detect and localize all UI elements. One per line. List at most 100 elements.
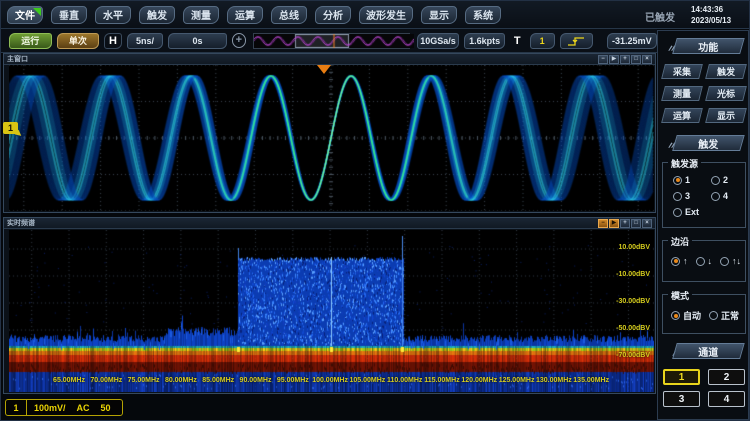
function-math-button[interactable]: 运算 [661,108,703,123]
menu-bar: 文件垂直水平触发测量运算总线分析波形发生显示系统 [1,1,750,29]
edge-rising-radio[interactable]: ↑ [671,256,688,266]
mode-normal-radio[interactable]: 正常 [709,309,739,322]
function-cursor-button[interactable]: 光标 [705,86,747,101]
timebase-button[interactable]: 5ns/ [127,33,164,49]
trigger-t-label: T [510,33,525,49]
channel-number: 1 [6,403,26,413]
play-button[interactable]: ▶ [609,55,619,64]
function-acquire-button[interactable]: 采集 [661,64,703,79]
radio-label: ↑↓ [732,256,741,266]
menu-item-display[interactable]: 显示 [421,6,457,24]
menu-item-horizontal[interactable]: 水平 [95,6,131,24]
trigger-source-ch4-radio[interactable]: 4 [711,191,745,201]
close-button[interactable]: × [642,55,652,64]
channel-scale: 100mV/ [34,403,66,413]
preview-canvas[interactable] [254,34,414,48]
zoom-icon[interactable]: + [232,33,247,48]
trigger-source-ch3-radio[interactable]: 3 [673,191,711,201]
sample-rate-button[interactable]: 10GSa/s [417,33,460,49]
trigger-edge-button[interactable] [560,33,593,49]
radio-label: 2 [723,175,728,185]
radio-dot-icon [673,208,682,217]
radio-dot-icon [671,311,680,320]
zoom-in-button[interactable]: + [620,219,630,228]
waveform-preview-strip[interactable] [253,33,410,49]
radio-dot-icon [711,192,720,201]
offset-button[interactable]: 0s [168,33,226,49]
menu-item-analyze[interactable]: 分析 [315,6,351,24]
clock: 14:43:36 2023/05/13 [691,4,731,26]
channel-ch1-button[interactable]: 1 [663,369,700,385]
trigger-source-group: 触发源 1234Ext [662,162,746,228]
mode-options: 自动 正常 [671,309,739,322]
radio-label: 正常 [721,309,739,322]
close-button[interactable]: × [642,219,652,228]
main-window-titlebar: 主窗口 −▶+□× [4,54,655,65]
spectrum-window-title: 实时频谱 [7,218,35,228]
trigger-source-ch2-radio[interactable]: 2 [711,175,745,185]
menu-item-vertical[interactable]: 垂直 [51,6,87,24]
trigger-source-label: 触发源 [668,157,701,170]
mem-depth-button[interactable]: 1.6kpts [464,33,505,49]
function-button-label: 运算 [673,109,691,122]
horizontal-label: H [104,33,121,49]
channel1-badge[interactable]: 1 100mV/ AC 50 [5,399,123,416]
single-button[interactable]: 单次 [57,33,100,49]
menu-item-file[interactable]: 文件 [7,6,43,24]
radio-dot-icon [673,176,682,185]
trigger-source-ch1-radio[interactable]: 1 [673,175,711,185]
radio-dot-icon [673,192,682,201]
radio-dot-icon [720,257,729,266]
zoom-out-button[interactable]: − [598,219,608,228]
run-button[interactable]: 运行 [9,33,52,49]
trigger-position-marker[interactable] [317,65,331,74]
trigger-section-header[interactable]: 触发 [672,135,745,151]
menu-item-wavegen[interactable]: 波形发生 [359,6,413,24]
clock-time: 14:43:36 [691,4,731,15]
edge-label: 边沿 [668,235,692,248]
waveform-display[interactable] [9,65,654,211]
channel-impedance: 50 [101,403,111,413]
zoom-out-button[interactable]: − [598,55,608,64]
edge-falling-radio[interactable]: ↓ [696,256,713,266]
maximize-button[interactable]: □ [631,55,641,64]
mode-auto-radio[interactable]: 自动 [671,309,701,322]
channel-section-header[interactable]: 通道 [672,343,745,359]
radio-label: 4 [723,191,728,201]
spectrum-window-titlebar: 实时频谱 −▶+□× [4,218,655,229]
play-button[interactable]: ▶ [609,219,619,228]
function-section-header[interactable]: 功能 [672,38,745,54]
function-trigger-button[interactable]: 触发 [705,64,747,79]
maximize-button[interactable]: □ [631,219,641,228]
main-window-title: 主窗口 [7,54,28,64]
spectrum-display[interactable] [9,230,654,392]
trigger-source-ext-radio[interactable]: Ext [673,207,711,217]
menu-item-trigger[interactable]: 触发 [139,6,175,24]
edge-either-radio[interactable]: ↑↓ [720,256,741,266]
trigger-source-button[interactable]: 1 [530,33,555,49]
trigger-status: 已触发 [645,9,681,24]
channel-ch3-button[interactable]: 3 [663,391,700,407]
rising-edge-icon [566,35,586,47]
function-display-button[interactable]: 显示 [705,108,747,123]
menu-item-math[interactable]: 运算 [227,6,263,24]
menu-item-measure[interactable]: 测量 [183,6,219,24]
function-button-label: 显示 [717,109,735,122]
toolbar: 运行 单次 H 5ns/ 0s + 10GSa/s 1.6kpts T 1 -3… [1,29,657,53]
trigger-source-options: 1 2 3 4 Ext [673,175,745,217]
radio-label: Ext [685,207,699,217]
channel1-level-tag[interactable]: 1 [3,122,18,134]
channel-ch2-button[interactable]: 2 [708,369,745,385]
menu-item-bus[interactable]: 总线 [271,6,307,24]
function-button-label: 触发 [717,65,735,78]
radio-label: 自动 [683,309,701,322]
zoom-in-button[interactable]: + [620,55,630,64]
clock-date: 2023/05/13 [691,15,731,26]
trigger-level-button[interactable]: -31.25mV [607,33,657,49]
channel-ch4-button[interactable]: 4 [708,391,745,407]
function-measure-button[interactable]: 测量 [661,86,703,101]
menu-item-system[interactable]: 系统 [465,6,501,24]
badge-divider [26,400,27,415]
edge-group: 边沿 ↑↓↑↓ [662,240,746,282]
edge-options: ↑↓↑↓ [671,256,741,266]
